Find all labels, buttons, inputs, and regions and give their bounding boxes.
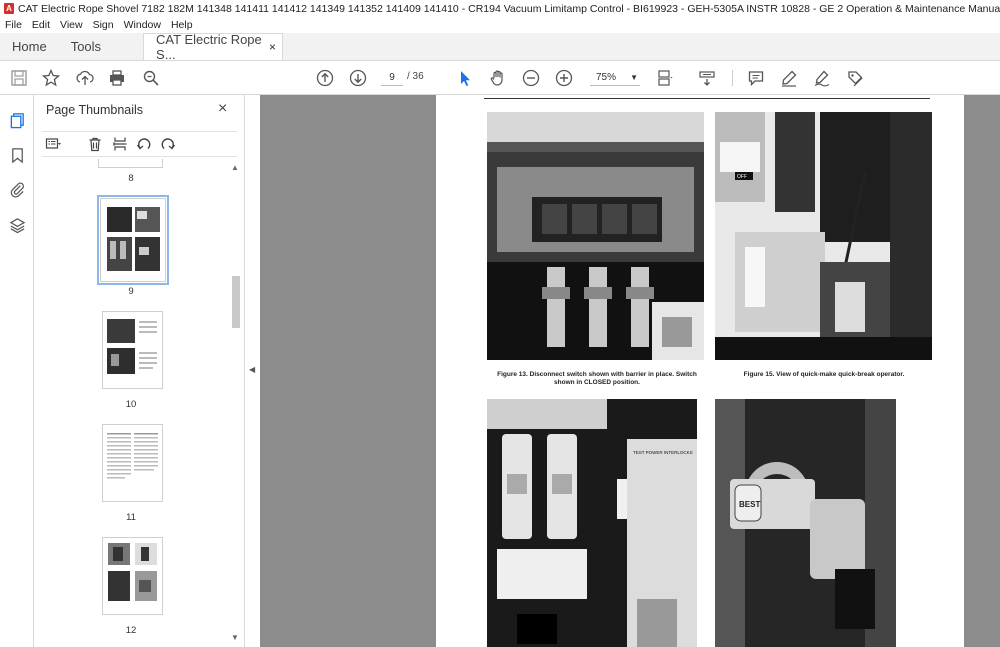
zoom-in-icon[interactable] — [554, 68, 574, 88]
menu-window[interactable]: Window — [124, 19, 161, 31]
panel-close-icon[interactable]: × — [218, 100, 227, 118]
page-number-input[interactable]: 9 — [381, 70, 403, 86]
next-page-icon[interactable] — [348, 68, 368, 88]
menu-sign[interactable]: Sign — [93, 19, 114, 31]
insert-page-icon[interactable] — [111, 135, 129, 153]
page-thumbnails-icon[interactable] — [7, 110, 27, 130]
panel-collapse-handle[interactable]: ◀ — [245, 95, 260, 647]
scroll-up-icon[interactable]: ▲ — [231, 163, 239, 172]
collapse-left-icon: ◀ — [249, 365, 256, 374]
thumbnail-page-11[interactable] — [102, 424, 163, 502]
print-icon[interactable] — [107, 68, 127, 88]
tab-home[interactable]: Home — [0, 33, 59, 60]
bookmarks-icon[interactable] — [7, 145, 27, 165]
hand-tool-icon[interactable] — [488, 68, 508, 88]
menu-view[interactable]: View — [60, 19, 83, 31]
tab-document-label: CAT Electric Rope S... — [156, 32, 262, 62]
comment-icon[interactable] — [746, 68, 766, 88]
zoom-dropdown[interactable]: 75% ▼ — [590, 70, 640, 86]
scroll-down-icon[interactable]: ▼ — [231, 633, 239, 642]
thumbnail-page-12[interactable] — [102, 537, 163, 615]
bookmark-star-icon[interactable] — [41, 68, 61, 88]
scrollbar-thumb[interactable] — [232, 276, 240, 328]
delete-page-icon[interactable] — [86, 135, 104, 153]
figure-15-photo: OFF — [715, 112, 932, 360]
navigation-rail — [0, 95, 34, 647]
toolbar-divider — [732, 70, 733, 86]
figure-14-photo: TEST POWER INTERLOCKS — [487, 399, 697, 647]
thumbnail-page-9[interactable] — [97, 195, 169, 285]
tab-document[interactable]: CAT Electric Rope S... × — [143, 32, 284, 62]
window-title: CAT Electric Rope Shovel 7182 182M 14134… — [18, 2, 1000, 15]
previous-page-icon[interactable] — [315, 68, 335, 88]
redact-tag-icon[interactable] — [845, 68, 865, 88]
document-view[interactable]: Figure 13. Disconnect switch shown with … — [260, 95, 1000, 647]
attachments-icon[interactable] — [7, 179, 27, 199]
highlight-pen-icon[interactable] — [779, 68, 799, 88]
thumbnail-label: 10 — [125, 399, 137, 410]
test-power-interlocks-label: TEST POWER INTERLOCKS — [633, 450, 693, 455]
chevron-down-icon: ▼ — [630, 73, 638, 82]
options-menu-icon[interactable] — [44, 135, 62, 153]
thumbnail-scrollbar[interactable]: ▲ ▼ — [230, 163, 241, 645]
thumbnail-preview — [108, 543, 157, 601]
thumbnail-page-8[interactable] — [98, 159, 163, 168]
figure-13-caption: Figure 13. Disconnect switch shown with … — [497, 371, 697, 386]
thumbnail-preview — [101, 199, 165, 281]
figure-16-photo: BEST — [715, 399, 896, 647]
off-label: OFF — [737, 174, 747, 180]
page-display-icon[interactable] — [655, 68, 675, 88]
figure-13-photo — [487, 112, 704, 360]
select-cursor-icon[interactable] — [455, 68, 475, 88]
lock-brand-label: BEST — [739, 500, 760, 509]
toolbar: 9 / 36 75% ▼ — [0, 61, 1000, 95]
zoom-search-icon[interactable] — [141, 68, 161, 88]
menu-edit[interactable]: Edit — [32, 19, 50, 31]
thumbnail-label: 8 — [128, 173, 134, 184]
thumbnail-preview — [107, 319, 157, 374]
layers-icon[interactable] — [7, 215, 27, 235]
figure-15-caption: Figure 15. View of quick-make quick-brea… — [743, 371, 905, 378]
header-rule — [484, 98, 930, 99]
rotate-right-icon[interactable] — [159, 135, 177, 153]
menu-file[interactable]: File — [5, 19, 22, 31]
panel-title: Page Thumbnails — [46, 103, 144, 117]
scroll-mode-icon[interactable] — [697, 68, 717, 88]
thumbnail-preview — [107, 433, 158, 479]
upload-icon[interactable] — [75, 68, 95, 88]
pdf-page: Figure 13. Disconnect switch shown with … — [436, 95, 964, 647]
thumbnail-tools — [42, 131, 237, 157]
menu-help[interactable]: Help — [171, 19, 193, 31]
thumbnail-list[interactable]: 8 9 10 11 12 — [34, 159, 234, 647]
page-thumbnails-panel: Page Thumbnails × 8 9 10 11 12 ▲ ▼ — [34, 95, 245, 647]
tab-tools[interactable]: Tools — [59, 33, 113, 60]
save-icon[interactable] — [9, 68, 29, 88]
acrobat-icon: A — [4, 3, 14, 14]
menu-bar: File Edit View Sign Window Help — [0, 17, 1000, 33]
thumbnail-page-10[interactable] — [102, 311, 163, 389]
tab-bar: Home Tools CAT Electric Rope S... × — [0, 32, 1000, 62]
thumbnail-label: 9 — [128, 286, 134, 297]
tab-close-icon[interactable]: × — [269, 40, 276, 54]
title-bar: A CAT Electric Rope Shovel 7182 182M 141… — [0, 0, 1000, 17]
zoom-out-icon[interactable] — [521, 68, 541, 88]
sign-icon[interactable] — [812, 68, 832, 88]
thumbnail-label: 11 — [126, 512, 136, 523]
thumbnail-label: 12 — [125, 625, 137, 636]
zoom-value: 75% — [596, 72, 617, 83]
rotate-left-icon[interactable] — [135, 135, 153, 153]
page-total: / 36 — [407, 71, 424, 82]
